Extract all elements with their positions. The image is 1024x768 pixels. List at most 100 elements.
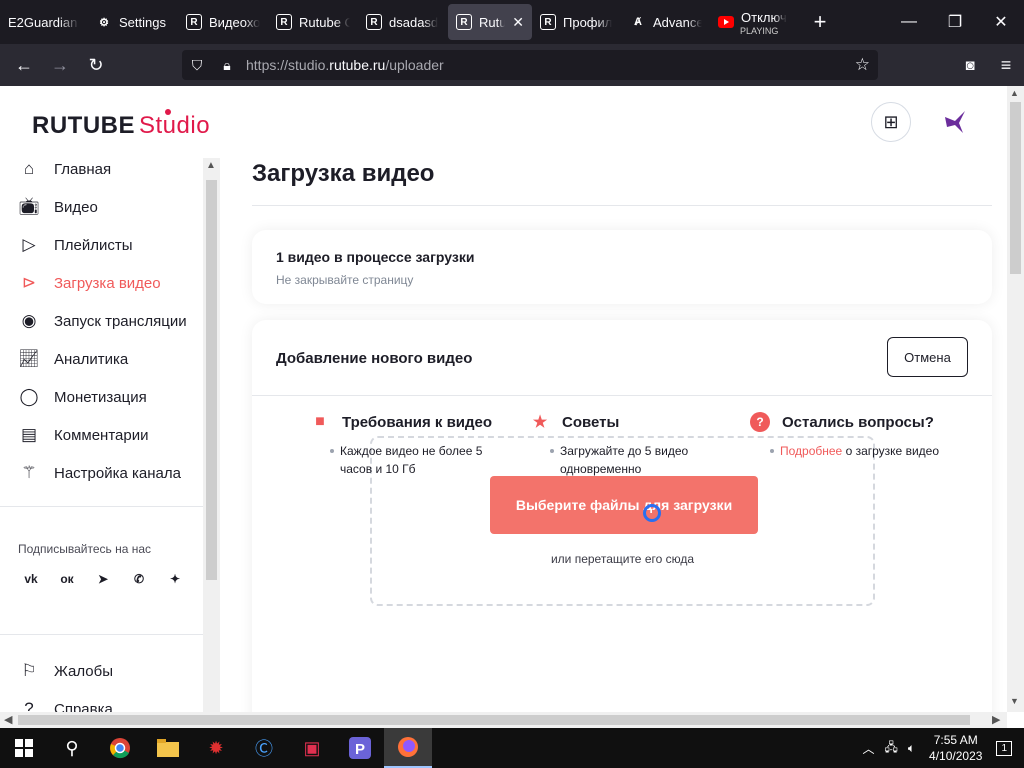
address-bar[interactable]: ⛉ 🔒︎ https://studio.rutube.ru/uploader ☆ — [182, 50, 878, 80]
comments-icon: ▤ — [20, 425, 38, 444]
choose-files-button[interactable]: Выберите файлы для загрузки — [490, 476, 758, 534]
ok-icon[interactable]: ок — [54, 566, 80, 592]
new-tab-button[interactable]: + — [802, 9, 838, 35]
reload-button[interactable]: ↻ — [78, 47, 114, 83]
sidebar-item-channel-settings[interactable]: ⚚ Настройка канала — [18, 458, 181, 488]
search-icon[interactable]: ⚲ — [48, 728, 96, 768]
vertical-scroll-thumb[interactable] — [1010, 102, 1021, 274]
pocket-icon[interactable]: ◙ — [952, 47, 988, 83]
busy-cursor-icon — [643, 504, 661, 522]
video-recorder-icon[interactable]: ▣ — [288, 728, 336, 768]
cancel-button[interactable]: Отмена — [887, 337, 968, 377]
sidebar-item-home[interactable]: ⌂ Главная — [18, 154, 111, 184]
tab-youtube-playing[interactable]: Отключ PLAYING — [710, 4, 802, 40]
scroll-right-icon[interactable]: ▶ — [992, 713, 1000, 726]
page-content: RUTUBE Studio ⊞ ⌂ Главная 📺︎ Видео ▷ Плей… — [0, 86, 1024, 712]
sidebar-item-monetization[interactable]: ◯ Монетизация — [18, 382, 147, 412]
info-text: Загружайте до 5 видео одновременно — [550, 442, 730, 478]
volume-icon[interactable]: 🔈︎ — [908, 741, 915, 756]
tray-expand-icon[interactable]: ︿ — [862, 740, 874, 757]
bookmark-star-icon[interactable]: ☆ — [855, 55, 870, 75]
sidebar-item-playlists[interactable]: ▷ Плейлисты — [18, 230, 133, 260]
tab-e2guardian[interactable]: E2Guardian - — [0, 4, 88, 40]
sidebar-scroll-thumb[interactable] — [206, 180, 217, 580]
svg-text:P: P — [355, 741, 365, 758]
tab-profile[interactable]: R Профил — [532, 4, 622, 40]
tab-playing-label: PLAYING — [740, 26, 779, 36]
sidebar-item-label: Монетизация — [54, 388, 147, 406]
info-tips: ★ Советы Загружайте до 5 видео одновреме… — [530, 412, 730, 478]
tab-rutube-c[interactable]: R Rutube C — [268, 4, 358, 40]
avatar[interactable] — [938, 104, 974, 140]
scroll-up-icon[interactable]: ▲ — [206, 160, 216, 171]
sidebar-item-label: Аналитика — [54, 350, 129, 368]
monetization-icon: ◯ — [19, 387, 39, 406]
url-text[interactable]: https://studio.rutube.ru/uploader — [246, 57, 444, 73]
sidebar-item-complaints[interactable]: ⚐ Жалобы — [18, 656, 113, 686]
info-title: Советы — [562, 413, 620, 431]
windows-taskbar: ⚲ ✹ Ⓒ ▣ P ︿ 🖧︎ 🔈︎ 7:55 AM 4/10/2023 1 — [0, 728, 1024, 768]
clock[interactable]: 7:55 AM 4/10/2023 — [929, 732, 982, 764]
settings-wand-icon: ⚚ — [21, 463, 37, 482]
follow-label: Подписывайтесь на нас — [18, 542, 152, 556]
sidebar-item-label: Настройка канала — [54, 464, 181, 482]
tab-title: Видеохо — [209, 14, 260, 30]
page-horizontal-scrollbar[interactable]: ◀ ▶ — [0, 712, 1007, 728]
sidebar-item-label: Справка — [54, 700, 113, 713]
notifications-icon[interactable]: 1 — [996, 740, 1012, 756]
menu-icon[interactable]: ≡ — [988, 47, 1024, 83]
chrome-icon[interactable] — [96, 728, 144, 768]
lock-icon[interactable]: 🔒︎ — [212, 57, 242, 74]
file-explorer-icon[interactable] — [144, 728, 192, 768]
sidebar: ⌂ Главная 📺︎ Видео ▷ Плейлисты ⊳ Загрузк… — [0, 150, 220, 712]
windows-start-icon[interactable] — [0, 728, 48, 768]
minimize-icon[interactable]: — — [886, 0, 932, 44]
tab-close-icon[interactable]: ✕ — [512, 14, 524, 31]
shield-icon[interactable]: ⛉ — [182, 57, 212, 74]
sidebar-item-broadcast[interactable]: ◉ Запуск трансляции — [18, 306, 187, 336]
forward-button[interactable]: → — [42, 47, 78, 83]
tab-settings[interactable]: ⚙ Settings — [88, 4, 178, 40]
network-icon[interactable]: 🖧︎ — [884, 738, 897, 759]
app-c-icon[interactable]: Ⓒ — [240, 728, 288, 768]
info-title: Требования к видео — [342, 413, 493, 431]
sparkle-icon[interactable]: ✦ — [162, 566, 188, 592]
back-button[interactable]: ← — [6, 47, 42, 83]
viber-icon[interactable]: ✆ — [126, 566, 152, 592]
sidebar-item-analytics[interactable]: 📈︎ Аналитика — [18, 344, 128, 374]
sidebar-item-help[interactable]: ? Справка — [18, 694, 113, 712]
telegram-icon[interactable]: ➤ — [90, 566, 116, 592]
restore-icon[interactable]: ❐ — [932, 0, 978, 44]
sidebar-item-label: Плейлисты — [54, 236, 133, 254]
tab-rutube-active[interactable]: R Rutub ✕ — [448, 4, 532, 40]
app-p-icon[interactable]: P — [336, 728, 384, 768]
more-link[interactable]: Подробнее — [780, 444, 842, 458]
sidebar-item-label: Комментарии — [54, 426, 149, 444]
sidebar-item-video[interactable]: 📺︎ Видео — [18, 192, 98, 222]
add-content-button[interactable]: ⊞ — [871, 102, 911, 142]
horizontal-scroll-thumb[interactable] — [18, 715, 970, 725]
scroll-up-icon[interactable]: ▲ — [1010, 88, 1019, 98]
app-red-icon[interactable]: ✹ — [192, 728, 240, 768]
sidebar-scrollbar[interactable]: ▲ — [203, 158, 220, 712]
rutube-favicon-icon: R — [540, 14, 556, 30]
help-icon: ? — [24, 699, 34, 712]
tab-videohost[interactable]: R Видеохо — [178, 4, 268, 40]
vk-icon[interactable]: vk — [18, 566, 44, 592]
firefox-icon[interactable] — [384, 728, 432, 768]
playlist-icon: ▷ — [22, 235, 36, 254]
sidebar-item-label: Видео — [54, 198, 98, 216]
title-divider — [252, 205, 992, 206]
sidebar-item-upload[interactable]: ⊳ Загрузка видео — [18, 268, 161, 298]
page-vertical-scrollbar[interactable]: ▲ ▼ — [1007, 86, 1024, 712]
scroll-down-icon[interactable]: ▼ — [1010, 696, 1019, 706]
add-video-title: Добавление нового видео — [276, 350, 473, 367]
close-window-icon[interactable]: ✕ — [978, 0, 1024, 44]
progress-title: 1 видео в процессе загрузки — [276, 249, 475, 265]
tab-advance[interactable]: Ⱥ Advance — [622, 4, 710, 40]
tab-dsadasd[interactable]: R dsadasd — [358, 4, 448, 40]
scroll-left-icon[interactable]: ◀ — [4, 713, 12, 726]
rutube-studio-logo[interactable]: RUTUBE Studio — [32, 109, 210, 140]
sidebar-item-comments[interactable]: ▤ Комментарии — [18, 420, 149, 450]
sidebar-divider — [0, 634, 203, 635]
